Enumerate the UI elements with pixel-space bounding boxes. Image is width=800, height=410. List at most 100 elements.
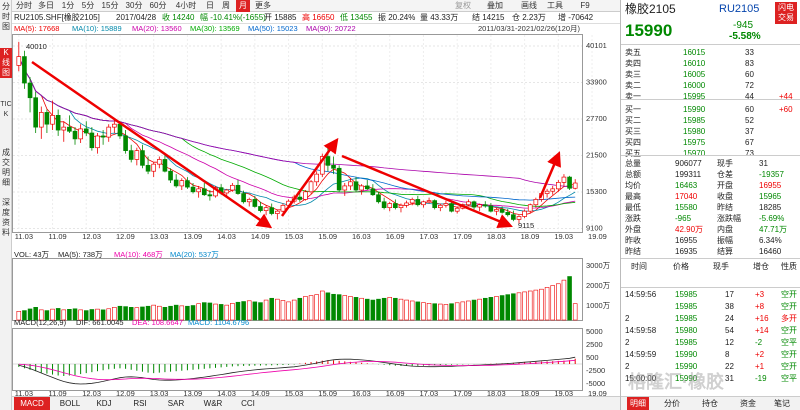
x-axis-label: 19.09 — [588, 232, 607, 241]
book-price[interactable]: 16000 — [683, 81, 705, 91]
period-day[interactable]: 日 — [204, 0, 216, 12]
candle-body — [477, 204, 482, 208]
period-week[interactable]: 周 — [220, 0, 232, 12]
stat-value: 42.90万 — [675, 225, 704, 234]
period-5min[interactable]: 5分 — [80, 0, 96, 12]
stat-label: 收盘 — [717, 192, 733, 201]
side-tab-tick[interactable]: TICK — [0, 100, 12, 140]
tab-cci[interactable]: CCI — [236, 397, 260, 410]
tick-row[interactable]: 2 15985 24 +16 多开 — [621, 314, 797, 324]
tick-time: 14:59:58 — [625, 326, 657, 335]
candle-body — [89, 132, 95, 149]
volume-bar — [454, 302, 460, 321]
candle-body — [314, 173, 319, 183]
book-price[interactable]: 16015 — [683, 48, 705, 58]
book-price[interactable]: 15990 — [683, 105, 705, 115]
book-price[interactable]: 15970 — [683, 149, 705, 159]
tab-notes[interactable]: 笔记 — [771, 397, 793, 410]
tools-button[interactable]: 工具 — [546, 0, 564, 12]
kline-chart[interactable]: 40010 9115 40101339002770021500153009100… — [12, 34, 620, 396]
book-price[interactable]: 16010 — [683, 59, 705, 69]
flash-trade-button[interactable]: 闪电交易 — [775, 2, 797, 24]
candle-body — [95, 135, 100, 149]
period-15min[interactable]: 15分 — [100, 0, 120, 12]
book-volume: 73 — [745, 149, 754, 158]
book-price[interactable]: 15975 — [683, 138, 705, 148]
volume-bar — [567, 276, 572, 321]
candle-body — [72, 130, 78, 140]
macd-axis-label: 2500 — [586, 340, 603, 349]
book-price[interactable]: 16005 — [683, 70, 705, 80]
candle-body — [556, 182, 561, 190]
candle-body — [185, 180, 190, 188]
quote-panel: 橡胶2105 RU2105 闪电交易 15990 -945 -5.58% 卖五 1… — [620, 0, 800, 410]
side-tab-kline[interactable]: K线图 — [0, 48, 12, 78]
tab-wr[interactable]: W&R — [200, 397, 226, 410]
period-month[interactable]: 月 — [236, 0, 250, 12]
x-axis-label-bottom: 18.09 — [521, 389, 540, 396]
stat-value: 16935 — [675, 247, 698, 256]
book-level-label: 买五 — [625, 149, 641, 158]
indicator-tabs: MACD BOLL KDJ RSI SAR W&R CCI — [12, 396, 620, 410]
period-more[interactable]: 更多 — [254, 0, 272, 12]
candle-body — [499, 209, 505, 213]
tab-boll[interactable]: BOLL — [56, 397, 84, 410]
side-tab-timeshare[interactable]: 分时图 — [0, 2, 12, 31]
order-book-row: 买二 15985 52 — [621, 116, 791, 126]
period-30min[interactable]: 30分 — [124, 0, 144, 12]
x-axis-label-bottom: 12.09 — [116, 389, 135, 396]
x-axis-label-bottom: 14.03 — [217, 389, 236, 396]
tab-kdj[interactable]: KDJ — [92, 397, 116, 410]
x-axis-label-bottom: 19.03 — [554, 389, 573, 396]
restore-rights-button[interactable]: 复权 — [454, 0, 472, 12]
period-60min[interactable]: 60分 — [148, 0, 168, 12]
candle-body — [342, 185, 348, 191]
f9-button[interactable]: F9 — [578, 0, 592, 12]
tick-row[interactable]: 15985 38 +8 空开 — [621, 302, 797, 312]
stat-value: 15580 — [675, 203, 698, 212]
draw-line-button[interactable]: 画线 — [520, 0, 538, 12]
period-4hour[interactable]: 4小时 — [172, 0, 200, 12]
tick-row[interactable]: 2 15985 12 -2 空平 — [621, 338, 797, 348]
volume-bar — [325, 292, 331, 321]
book-price[interactable]: 15985 — [683, 116, 705, 126]
tick-nature: 空平 — [781, 374, 797, 383]
x-axis-label: 18.03 — [487, 232, 506, 241]
tab-rsi[interactable]: RSI — [128, 397, 152, 410]
tick-row[interactable]: 14:59:58 15980 54 +14 空开 — [621, 326, 797, 336]
side-tab-details[interactable]: 成交明细 — [0, 148, 12, 192]
ma50-line — [18, 56, 576, 201]
candle-body — [471, 201, 477, 208]
period-timeshare[interactable]: 分时 — [14, 0, 34, 12]
volume-bar — [460, 301, 466, 321]
book-price[interactable]: 15980 — [683, 127, 705, 137]
stat-row: 均价 16463 开盘 16955 — [621, 181, 791, 191]
tab-funds[interactable]: 资金 — [737, 397, 759, 410]
tab-details[interactable]: 明细 — [627, 397, 649, 410]
last-price: 15990 — [625, 21, 673, 40]
candle-body — [134, 150, 140, 160]
candle-body — [230, 184, 235, 191]
stat-value: -19357 — [759, 170, 784, 179]
side-tab-depth[interactable]: 深度资料 — [0, 198, 12, 242]
x-axis-label-bottom: 18.03 — [487, 389, 506, 396]
x-axis-label: 14.03 — [217, 232, 236, 241]
volume-bar — [381, 297, 387, 321]
tick-inc: +14 — [755, 326, 769, 335]
candle-body — [494, 209, 499, 212]
tick-row[interactable]: 14:59:59 15990 8 +2 空开 — [621, 350, 797, 360]
tick-vol: 31 — [725, 374, 734, 383]
tab-position[interactable]: 持仓 — [699, 397, 721, 410]
book-price[interactable]: 15995 — [683, 92, 705, 102]
tick-row[interactable]: 14:59:56 15985 17 +3 空开 — [621, 290, 797, 300]
overlay-button[interactable]: 叠加 — [482, 0, 508, 12]
period-multiday[interactable]: 多日 — [36, 0, 56, 12]
tab-price-dist[interactable]: 分价 — [661, 397, 683, 410]
tick-time: 2 — [625, 314, 630, 323]
tab-sar[interactable]: SAR — [164, 397, 188, 410]
candle-body — [168, 170, 173, 181]
candle-body — [27, 82, 33, 99]
volume-bar — [471, 299, 477, 321]
period-1min[interactable]: 1分 — [60, 0, 76, 12]
tab-macd[interactable]: MACD — [14, 397, 50, 410]
